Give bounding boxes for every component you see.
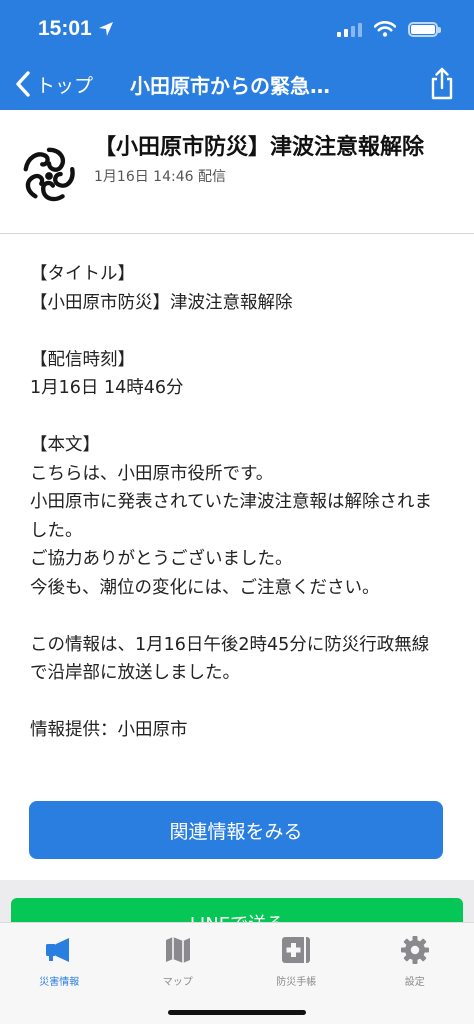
related-info-button[interactable]: 関連情報をみる	[29, 801, 443, 859]
status-bar: 15:01	[0, 0, 474, 58]
message-date: 1月16日 14:46 配信	[94, 169, 226, 185]
clock-text: 15:01	[38, 17, 92, 40]
gear-icon	[400, 936, 429, 964]
tab-label: 災害情報	[39, 977, 80, 988]
tab-disaster-info[interactable]: 災害情報	[0, 923, 119, 1024]
tab-settings[interactable]: 設定	[356, 923, 474, 1024]
tab-label: マップ	[162, 977, 193, 988]
message-title: 【小田原市防災】津波注意報解除	[94, 135, 425, 160]
wifi-icon	[374, 21, 396, 37]
body-line: 【本文】	[30, 435, 100, 455]
share-button[interactable]	[410, 58, 474, 110]
map-icon	[165, 937, 190, 963]
body-line: 【小田原市防災】津波注意報解除	[30, 292, 293, 313]
first-aid-notebook-icon	[282, 937, 311, 963]
body-line: 小田原市に発表されていた津波注意報は解除されました。	[30, 492, 432, 541]
tab-map[interactable]: マップ	[119, 923, 238, 1024]
body-line: ご協力ありがとうございました。	[30, 549, 293, 569]
tab-bar: 災害情報 マップ 防災手帳 設定	[0, 922, 474, 1024]
battery-icon	[408, 21, 441, 37]
message-body: 【タイトル】 【小田原市防災】津波注意報解除 【配信時刻】 1月16日 14時4…	[0, 234, 474, 880]
cellular-signal-icon	[337, 21, 362, 37]
body-line: こちらは、小田原市役所です。	[30, 463, 274, 484]
megaphone-icon	[46, 938, 70, 962]
body-line: 情報提供：小田原市	[30, 720, 188, 740]
body-line: 1月16日 14時46分	[30, 378, 184, 398]
chevron-left-icon	[16, 71, 30, 97]
tab-label: 設定	[404, 977, 425, 988]
body-line: 【タイトル】	[30, 264, 135, 284]
status-indicators	[337, 21, 441, 37]
body-line: 今後も、潮位の変化には、ご注意ください。	[30, 577, 380, 598]
home-indicator	[168, 1010, 306, 1015]
navigation-bar: トップ 小田原市からの緊急…	[0, 58, 474, 110]
message-header: 【小田原市防災】津波注意報解除 1月16日 14:46 配信	[0, 110, 474, 234]
tab-label: 防災手帳	[276, 977, 317, 988]
tab-disaster-handbook[interactable]: 防災手帳	[237, 923, 356, 1024]
nav-title: 小田原市からの緊急…	[130, 73, 330, 98]
back-button[interactable]: トップ	[0, 58, 130, 110]
body-line: この情報は、1月16日午後2時45分に防災行政無線で沿岸部に放送しました。	[30, 634, 430, 684]
location-arrow-icon	[98, 22, 113, 36]
share-icon	[431, 67, 453, 100]
body-line: 【配信時刻】	[30, 349, 135, 370]
status-time: 15:01	[38, 17, 114, 41]
odawara-city-emblem-logo	[23, 147, 75, 202]
back-button-label: トップ	[36, 74, 94, 97]
